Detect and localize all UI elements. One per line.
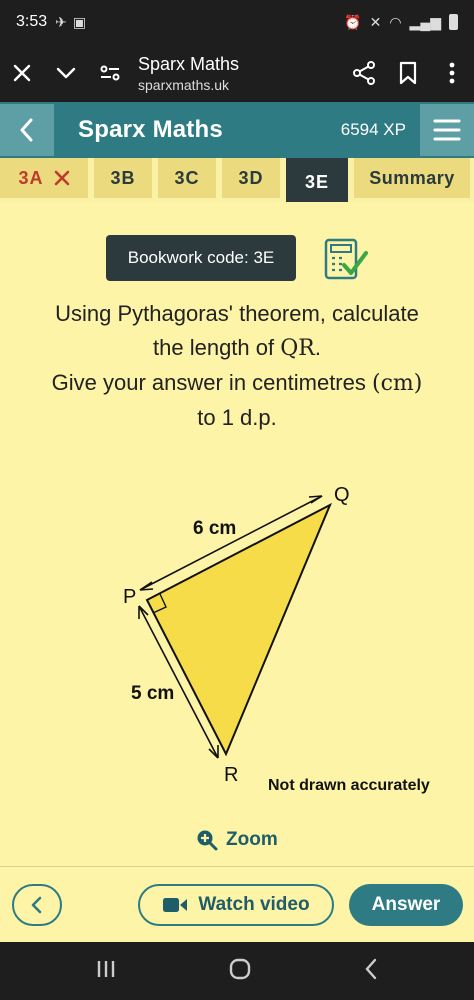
site-settings-icon[interactable] (88, 51, 132, 95)
status-left-icons: ✈ ▣ (55, 14, 86, 31)
previous-button[interactable] (12, 884, 62, 926)
back-button[interactable] (0, 104, 54, 156)
battery-icon (449, 14, 458, 30)
not-drawn-accurately-note: Not drawn accurately (268, 777, 430, 794)
browser-bar: Sparx Maths sparxmaths.uk (0, 44, 474, 102)
chevron-left-icon (31, 896, 42, 914)
more-options-icon[interactable] (430, 51, 474, 95)
triangle-diagram: P Q R 6 cm 5 cm Not drawn accurately (123, 484, 430, 794)
tab-label: 3A (18, 167, 44, 188)
app-title: Sparx Maths (78, 116, 223, 143)
gallery-icon: ▣ (72, 13, 87, 30)
system-nav-bar (0, 942, 474, 1000)
question-line-2: the length of QR. (10, 331, 464, 366)
question-line-3: Give your answer in centimetres (cm) (10, 366, 464, 401)
app-header: Sparx Maths 6594 XP (0, 102, 474, 158)
tab-3d[interactable]: 3D (222, 158, 280, 198)
share-icon[interactable] (342, 51, 386, 95)
question-line-2-text: the length of (153, 335, 281, 360)
tab-3a[interactable]: 3A (0, 158, 88, 198)
xp-counter: 6594 XP (340, 120, 406, 139)
question-line-4: to 1 d.p. (197, 405, 277, 430)
status-bar: 3:53 ✈ ▣ ⏰ ✕ ◠ ▂▄▆ (0, 0, 474, 44)
calculator-check-icon[interactable] (322, 237, 368, 283)
math-qr: QR (280, 336, 315, 361)
tab-3b[interactable]: 3B (94, 158, 152, 198)
zoom-in-icon (197, 830, 218, 851)
watch-video-label: Watch video (198, 894, 310, 915)
browser-title-area[interactable]: Sparx Maths sparxmaths.uk (138, 54, 239, 93)
tab-label: 3C (174, 167, 200, 188)
tab-label: Summary (369, 167, 455, 188)
arrowhead-p-top (139, 581, 154, 591)
signal-icon: ▂▄▆ (409, 13, 441, 30)
arrowhead-r (208, 745, 219, 759)
video-camera-icon (163, 898, 188, 912)
status-right-icons: ⏰ ✕ ◠ ▂▄▆ (344, 14, 458, 31)
answer-button[interactable]: Answer (349, 884, 463, 926)
question-line-1: Using Pythagoras' theorem, calculate (55, 301, 419, 326)
bookmark-icon[interactable] (386, 51, 430, 95)
tab-label: 3B (110, 167, 136, 188)
browser-url: sparxmaths.uk (138, 76, 230, 93)
notification-icon: ✈ (55, 13, 67, 30)
action-bar: Watch video Answer (0, 866, 474, 942)
alarm-icon: ⏰ (344, 13, 362, 30)
question-area: Bookwork code: 3E Using Pythagoras' theo… (0, 202, 474, 942)
question-line-3-text: Give your answer in centimetres (51, 370, 372, 395)
tab-3c[interactable]: 3C (158, 158, 216, 198)
mute-icon: ✕ (369, 13, 382, 30)
status-time: 3:53 (16, 13, 48, 30)
zoom-button[interactable]: Zoom (196, 829, 278, 851)
vertex-label-q: Q (334, 484, 350, 506)
question-line-2-end: . (314, 335, 321, 360)
tab-label: 3D (238, 167, 264, 188)
chevron-down-icon[interactable] (44, 51, 88, 95)
chevron-left-icon (20, 118, 33, 142)
vertex-label-p: P (123, 586, 136, 608)
zoom-label: Zoom (226, 829, 278, 850)
tab-summary[interactable]: Summary (354, 158, 470, 198)
task-tabs: 3A 3B 3C 3D 3E Summary (0, 158, 474, 206)
menu-button[interactable] (420, 104, 474, 156)
watch-video-button[interactable]: Watch video (138, 884, 334, 926)
side-label-pq: 6 cm (193, 518, 236, 539)
triangle-pqr (145, 502, 332, 757)
wifi-icon: ◠ (389, 13, 402, 30)
home-icon[interactable] (228, 957, 252, 986)
system-back-icon[interactable] (363, 957, 379, 986)
browser-title: Sparx Maths (138, 53, 240, 74)
arrowhead-p-side (138, 605, 149, 619)
vertex-label-r: R (224, 764, 238, 786)
wrong-cross-icon (54, 170, 69, 186)
question-text: Using Pythagoras' theorem, calculate the… (10, 297, 464, 435)
side-label-pr: 5 cm (131, 683, 174, 704)
recent-apps-icon[interactable] (95, 959, 117, 984)
math-cm: (cm) (371, 371, 423, 396)
tab-3e[interactable]: 3E (286, 158, 348, 206)
bookwork-code-badge: Bookwork code: 3E (106, 235, 296, 281)
close-tab-icon[interactable] (0, 51, 44, 95)
hamburger-icon (433, 119, 461, 141)
browser-actions (342, 51, 474, 95)
tab-label: 3E (304, 171, 330, 192)
